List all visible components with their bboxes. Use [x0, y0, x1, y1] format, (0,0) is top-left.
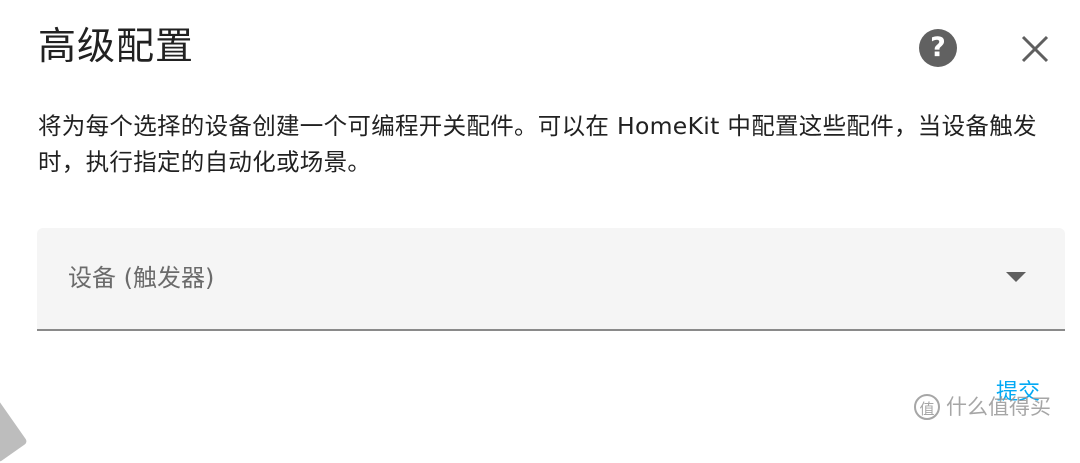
advanced-config-dialog: 高级配置 ? 将为每个选择的设备创建一个可编程开关配件。可以在 HomeKit … — [0, 0, 1080, 463]
help-icon[interactable]: ? — [919, 29, 957, 67]
background-corner — [0, 393, 28, 463]
watermark-text: 什么值得买 — [946, 395, 1051, 419]
close-icon-svg — [1021, 35, 1049, 63]
dialog-description: 将为每个选择的设备创建一个可编程开关配件。可以在 HomeKit 中配置这些配件… — [38, 112, 1037, 176]
device-select-label: 设备 (触发器) — [68, 264, 215, 292]
watermark-logo-icon: 值 — [914, 394, 940, 420]
chevron-down-icon[interactable] — [1006, 272, 1026, 282]
dialog-title: 高级配置 — [38, 24, 195, 68]
watermark: 值 什么值得买 — [914, 392, 1051, 422]
device-trigger-select[interactable]: 设备 (触发器) — [37, 228, 1065, 331]
close-icon[interactable] — [1018, 32, 1052, 66]
